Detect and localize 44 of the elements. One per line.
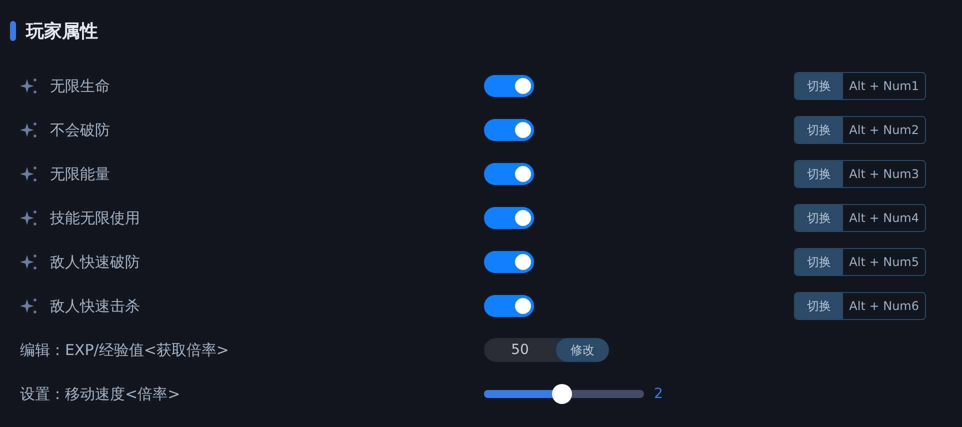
cheat-label: 无限生命 xyxy=(50,76,111,96)
sparkle-icon xyxy=(20,209,38,227)
cheat-label: 无限能量 xyxy=(50,164,111,184)
hotkey-field[interactable]: 切换 Alt + Num5 xyxy=(794,248,926,276)
switch-button[interactable]: 切换 xyxy=(795,73,844,99)
cheat-label: 敌人快速击杀 xyxy=(50,296,141,316)
toggle-switch[interactable] xyxy=(484,75,534,97)
toggle-switch[interactable] xyxy=(484,295,534,317)
hotkey-field[interactable]: 切换 Alt + Num3 xyxy=(794,160,926,188)
cheat-label: 敌人快速破防 xyxy=(50,252,141,272)
hotkey-field[interactable]: 切换 Alt + Num1 xyxy=(794,72,926,100)
hotkey-label: Alt + Num3 xyxy=(848,166,920,183)
slider-value: 2 xyxy=(654,386,663,402)
cheat-label: 不会破防 xyxy=(50,120,111,140)
sparkle-icon xyxy=(20,165,38,183)
hotkey-field[interactable]: 切换 Alt + Num2 xyxy=(794,116,926,144)
hotkey-label: Alt + Num2 xyxy=(848,122,920,139)
toggle-switch[interactable] xyxy=(484,163,534,185)
hotkey-label: Alt + Num1 xyxy=(848,78,920,95)
accent-bar xyxy=(10,21,16,41)
hotkey-label: Alt + Num5 xyxy=(848,254,920,271)
sparkle-icon xyxy=(20,121,38,139)
toggle-switch[interactable] xyxy=(484,207,534,229)
section-title: 玩家属性 xyxy=(26,20,98,43)
value-field[interactable]: 50 修改 xyxy=(484,338,609,362)
switch-button[interactable]: 切换 xyxy=(795,117,844,143)
switch-button[interactable]: 切换 xyxy=(795,161,844,187)
switch-button[interactable]: 切换 xyxy=(795,249,844,275)
hotkey-field[interactable]: 切换 Alt + Num4 xyxy=(794,204,926,232)
exp-label: 编辑：EXP/经验值<获取倍率> xyxy=(20,340,230,360)
toggle-switch[interactable] xyxy=(484,251,534,273)
hotkey-label: Alt + Num4 xyxy=(848,210,920,227)
speed-label: 设置：移动速度<倍率> xyxy=(20,384,182,404)
hotkey-field[interactable]: 切换 Alt + Num6 xyxy=(794,292,926,320)
hotkey-label: Alt + Num6 xyxy=(848,298,920,315)
toggle-switch[interactable] xyxy=(484,119,534,141)
modify-button[interactable]: 修改 xyxy=(556,338,609,362)
switch-button[interactable]: 切换 xyxy=(795,205,844,231)
switch-button[interactable]: 切换 xyxy=(795,293,844,319)
sparkle-icon xyxy=(20,297,38,315)
sparkle-icon xyxy=(20,253,38,271)
slider-thumb[interactable] xyxy=(552,384,572,404)
sparkle-icon xyxy=(20,77,38,95)
cheat-label: 技能无限使用 xyxy=(50,208,141,228)
